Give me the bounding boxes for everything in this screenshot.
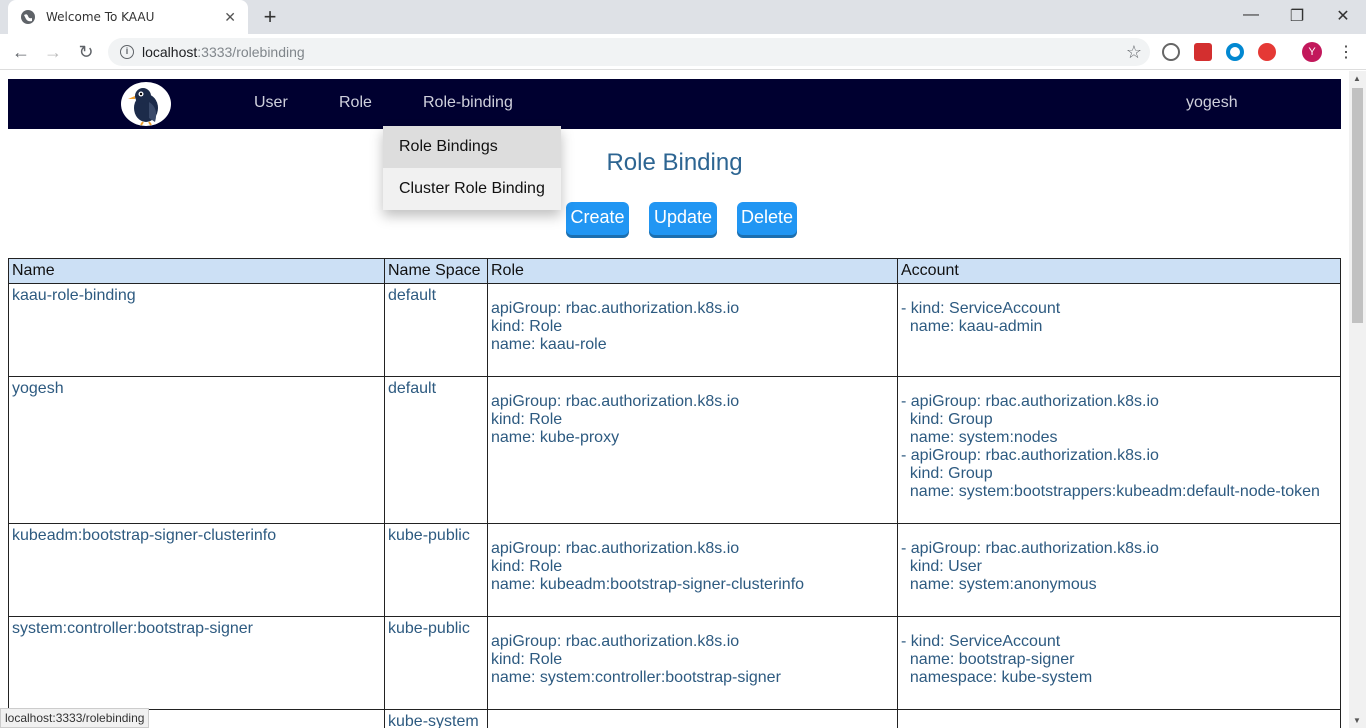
cell-namespace: default (384, 283, 488, 377)
table-row[interactable]: kubeadm:bootstrap-signer-clusterinfo kub… (8, 523, 1341, 617)
browser-toolbar: ← → ↻ i localhost:3333/rolebinding ☆ Y ⋮ (0, 34, 1366, 70)
role-binding-table: Name Name Space Role Account kaau-role-b… (8, 258, 1341, 728)
role-yaml: apiGroup: rbac.authorization.k8s.io kind… (491, 633, 781, 686)
cell-namespace: kube-public (384, 616, 488, 710)
cell-account: - kind: ServiceAccount name: bootstrap-s… (897, 616, 1341, 710)
globe-icon (21, 10, 35, 24)
table-row[interactable]: kaau-role-binding default apiGroup: rbac… (8, 283, 1341, 377)
browser-tab-strip: Welcome To KAAU ✕ + — ❐ ✕ (0, 0, 1366, 34)
update-button[interactable]: Update (649, 202, 717, 235)
account-yaml: - apiGroup: rbac.authorization.k8s.io ki… (901, 540, 1159, 593)
cell-namespace: default (384, 376, 488, 524)
info-icon[interactable]: i (120, 45, 134, 59)
table-row[interactable]: yogesh default apiGroup: rbac.authorizat… (8, 376, 1341, 524)
restore-icon[interactable]: ❐ (1274, 6, 1320, 26)
bird-logo-icon (128, 88, 158, 126)
new-tab-button[interactable]: + (258, 6, 282, 30)
close-window-icon[interactable]: ✕ (1320, 6, 1366, 26)
cell-namespace: kube-public (384, 523, 488, 617)
column-header-account: Account (897, 258, 1341, 284)
scrollbar-thumb[interactable] (1352, 88, 1363, 323)
account-yaml: - kind: ServiceAccount name: kaau-admin (901, 300, 1061, 335)
table-header-row: Name Name Space Role Account (8, 258, 1341, 284)
back-arrow-icon[interactable]: ← (9, 41, 33, 63)
extension-icon[interactable] (1194, 43, 1212, 61)
current-user[interactable]: yogesh (1186, 94, 1238, 112)
table-row[interactable]: system:controller:bootstrap-signer kube-… (8, 616, 1341, 710)
scroll-up-icon[interactable]: ▲ (1353, 74, 1361, 83)
delete-button[interactable]: Delete (737, 202, 797, 235)
scroll-down-icon[interactable]: ▼ (1353, 716, 1361, 725)
cell-account: - apiGroup: rbac.authorization.k8s.io ki… (897, 376, 1341, 524)
minimize-icon[interactable]: — (1228, 6, 1274, 24)
cell-role: apiGroup: rbac.authorization.k8s.io kind… (487, 376, 898, 524)
profile-avatar[interactable]: Y (1302, 42, 1322, 62)
browser-menu-icon[interactable]: ⋮ (1338, 42, 1354, 62)
close-tab-icon[interactable]: ✕ (224, 9, 236, 26)
role-yaml: apiGroup: rbac.authorization.k8s.io kind… (491, 393, 740, 446)
cell-account (897, 709, 1341, 728)
column-header-namespace: Name Space (384, 258, 488, 284)
table-row[interactable]: kube-system (8, 709, 1341, 728)
cell-account: - kind: ServiceAccount name: kaau-admin (897, 283, 1341, 377)
column-header-name: Name (8, 258, 385, 284)
cell-role (487, 709, 898, 728)
cell-role: apiGroup: rbac.authorization.k8s.io kind… (487, 616, 898, 710)
cell-namespace: kube-system (384, 709, 488, 728)
page-title: Role Binding (606, 149, 743, 176)
account-yaml: - kind: ServiceAccount name: bootstrap-s… (901, 633, 1093, 686)
status-bar-url: localhost:3333/rolebinding (0, 708, 150, 728)
url-path: :3333/rolebinding (197, 44, 305, 60)
cell-name: system:controller:bootstrap-signer (8, 616, 385, 710)
browser-tab[interactable]: Welcome To KAAU ✕ (8, 0, 248, 34)
reload-icon[interactable]: ↻ (74, 41, 98, 63)
role-yaml: apiGroup: rbac.authorization.k8s.io kind… (491, 540, 805, 593)
nav-user[interactable]: User (254, 94, 288, 112)
role-yaml: apiGroup: rbac.authorization.k8s.io kind… (491, 300, 740, 353)
app-navbar: User Role Role-binding yogesh (8, 79, 1341, 129)
account-yaml: - apiGroup: rbac.authorization.k8s.io ki… (901, 393, 1320, 500)
dropdown-item-role-bindings[interactable]: Role Bindings (383, 126, 561, 168)
role-binding-dropdown: Role Bindings Cluster Role Binding (383, 126, 561, 210)
cell-name: kaau-role-binding (8, 283, 385, 377)
forward-arrow-icon[interactable]: → (41, 41, 65, 63)
cell-role: apiGroup: rbac.authorization.k8s.io kind… (487, 523, 898, 617)
cell-name: kubeadm:bootstrap-signer-clusterinfo (8, 523, 385, 617)
page-content: User Role Role-binding yogesh Role Bindi… (0, 71, 1349, 728)
tab-title: Welcome To KAAU (46, 10, 155, 24)
nav-role[interactable]: Role (339, 94, 372, 112)
address-bar[interactable]: i localhost:3333/rolebinding ☆ (108, 38, 1150, 66)
bookmark-star-icon[interactable]: ☆ (1126, 42, 1142, 63)
app-logo[interactable] (121, 82, 171, 126)
vertical-scrollbar[interactable]: ▲ ▼ (1349, 71, 1366, 728)
adblock-icon[interactable] (1258, 43, 1276, 61)
cell-name: yogesh (8, 376, 385, 524)
cell-account: - apiGroup: rbac.authorization.k8s.io ki… (897, 523, 1341, 617)
url-host: localhost (142, 44, 198, 60)
create-button[interactable]: Create (566, 202, 629, 235)
extension-icon[interactable] (1162, 43, 1180, 61)
column-header-role: Role (487, 258, 898, 284)
dropdown-item-cluster-role-binding[interactable]: Cluster Role Binding (383, 168, 561, 210)
extension-icon[interactable] (1226, 43, 1244, 61)
nav-role-binding[interactable]: Role-binding (423, 94, 513, 112)
cell-role: apiGroup: rbac.authorization.k8s.io kind… (487, 283, 898, 377)
